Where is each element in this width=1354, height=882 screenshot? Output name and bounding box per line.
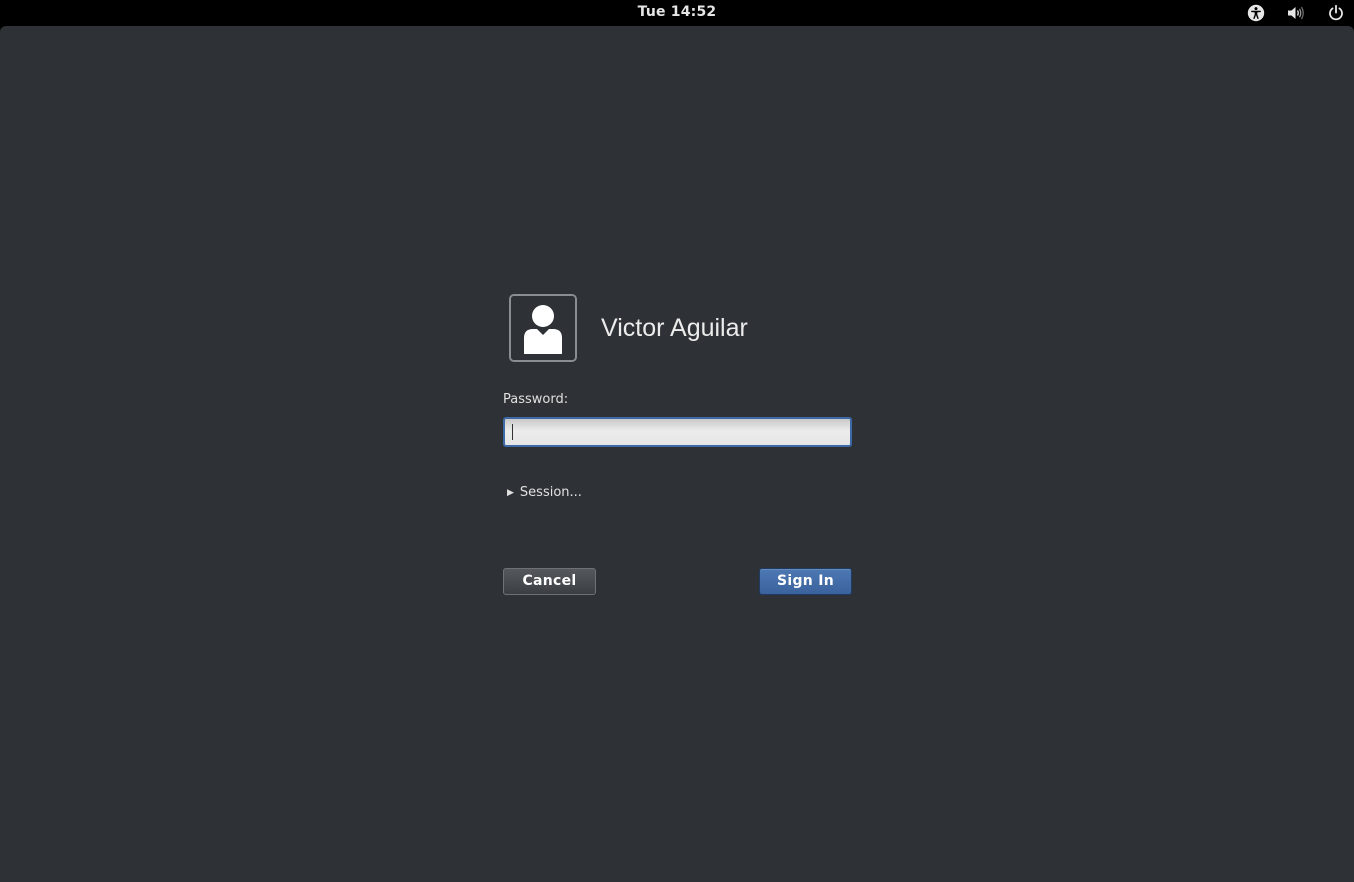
user-name: Victor Aguilar xyxy=(601,314,748,342)
text-caret xyxy=(512,424,513,440)
password-label: Password: xyxy=(503,392,569,407)
password-input[interactable] xyxy=(503,417,852,447)
session-expander[interactable]: ▶ Session... xyxy=(507,485,582,500)
session-label: Session... xyxy=(519,485,582,500)
accessibility-icon[interactable] xyxy=(1246,3,1266,23)
top-bar: Tue 14:52 xyxy=(0,0,1354,26)
volume-icon[interactable] xyxy=(1286,3,1306,23)
expand-arrow-icon: ▶ xyxy=(507,488,514,498)
power-icon[interactable] xyxy=(1326,3,1346,23)
cancel-button[interactable]: Cancel xyxy=(503,568,596,595)
user-avatar-icon xyxy=(509,294,577,362)
clock[interactable]: Tue 14:52 xyxy=(0,4,1354,20)
login-dialog: Victor Aguilar Password: ▶ Session... Can… xyxy=(503,294,852,596)
sign-in-button[interactable]: Sign In xyxy=(759,568,852,595)
